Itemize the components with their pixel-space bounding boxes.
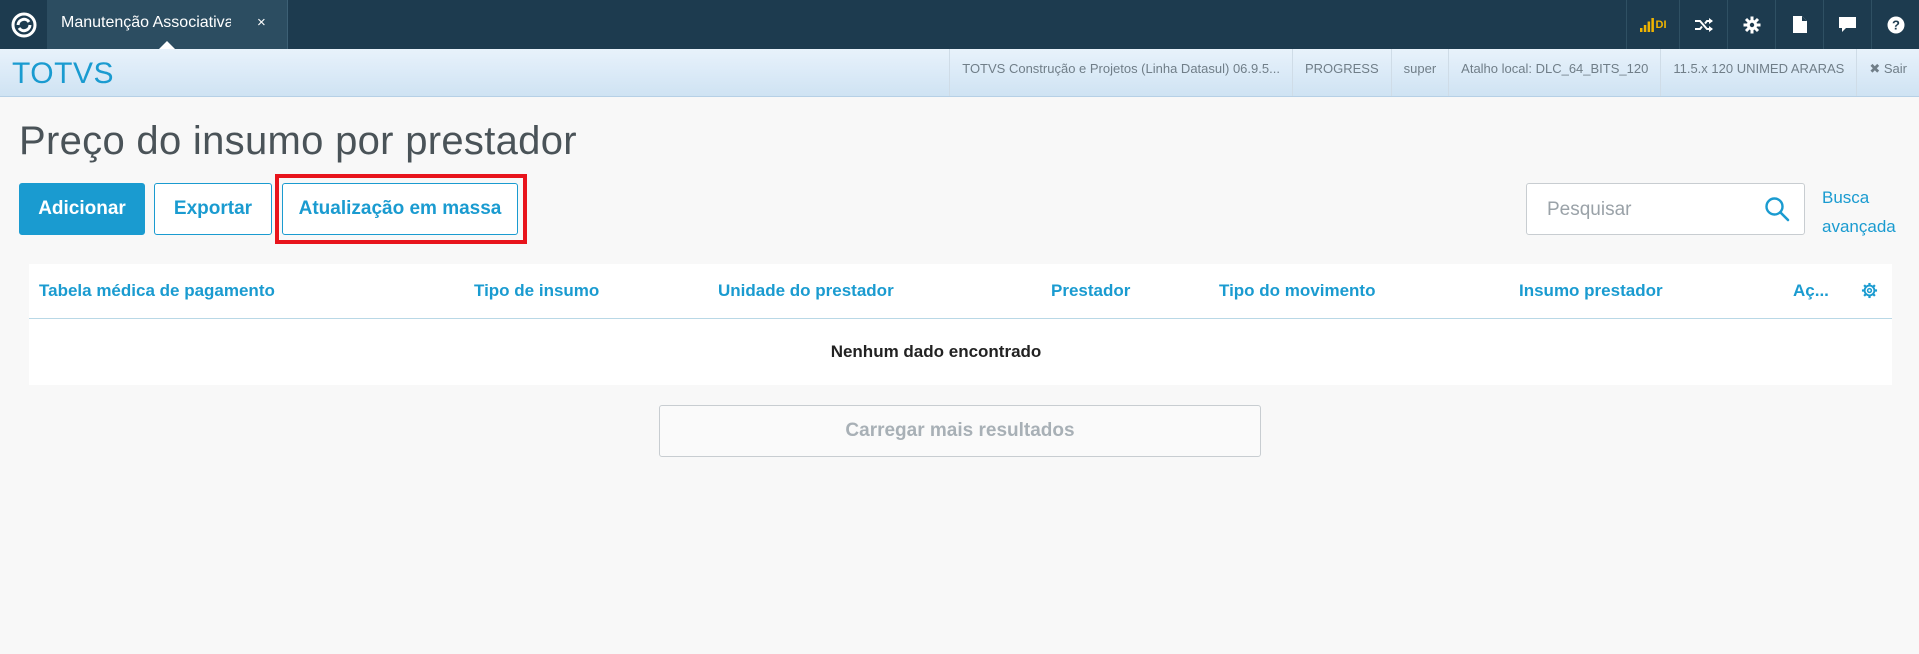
version-info: 11.5.x 120 UNIMED ARARAS xyxy=(1660,49,1856,96)
svg-text:?: ? xyxy=(1892,17,1900,32)
column-header-tipo-insumo[interactable]: Tipo de insumo xyxy=(474,281,599,301)
search-icon[interactable] xyxy=(1764,196,1790,227)
advanced-search-line1: Busca xyxy=(1822,188,1870,207)
top-bar: Manutenção Associativa × DI ? xyxy=(0,0,1919,49)
logout-label: Sair xyxy=(1883,61,1907,76)
column-header-tabela-medica[interactable]: Tabela médica de pagamento xyxy=(39,281,275,301)
brand-logo: TOTVS xyxy=(12,57,114,90)
column-header-prestador[interactable]: Prestador xyxy=(1051,281,1130,301)
page-title: Preço do insumo por prestador xyxy=(19,119,577,163)
product-info: TOTVS Construção e Projetos (Linha Datas… xyxy=(949,49,1292,96)
header-bar: TOTVS TOTVS Construção e Projetos (Linha… xyxy=(0,49,1919,97)
totvs-logo-icon[interactable] xyxy=(0,0,47,49)
highlight-box xyxy=(275,174,527,244)
tab-manutencao-associativa[interactable]: Manutenção Associativa × xyxy=(47,0,288,49)
advanced-search-link[interactable]: Busca avançada xyxy=(1822,183,1912,241)
database-info: PROGRESS xyxy=(1291,49,1391,96)
signal-strength-icon[interactable]: DI xyxy=(1626,0,1679,49)
close-icon: ✖ xyxy=(1869,61,1881,76)
signal-label: DI xyxy=(1655,18,1667,31)
document-icon[interactable] xyxy=(1775,0,1823,49)
user-info: super xyxy=(1390,49,1449,96)
tab-close-icon[interactable]: × xyxy=(257,14,266,31)
advanced-search-line2: avançada xyxy=(1822,217,1896,236)
help-icon[interactable]: ? xyxy=(1871,0,1919,49)
column-header-unidade-prestador[interactable]: Unidade do prestador xyxy=(718,281,894,301)
tab-label: Manutenção Associativa xyxy=(61,14,231,31)
settings-gear-icon[interactable] xyxy=(1727,0,1775,49)
empty-message: Nenhum dado encontrado xyxy=(830,342,1042,361)
export-button[interactable]: Exportar xyxy=(154,183,272,235)
search-input[interactable] xyxy=(1528,185,1769,235)
shuffle-icon[interactable] xyxy=(1679,0,1727,49)
top-icons: DI ? xyxy=(1626,0,1919,49)
search-box xyxy=(1526,183,1805,235)
column-header-insumo-prestador[interactable]: Insumo prestador xyxy=(1519,281,1663,301)
results-table: Tabela médica de pagamento Tipo de insum… xyxy=(29,264,1892,385)
session-info: TOTVS Construção e Projetos (Linha Datas… xyxy=(949,49,1919,96)
table-header: Tabela médica de pagamento Tipo de insum… xyxy=(29,264,1892,319)
column-header-tipo-movimento[interactable]: Tipo do movimento xyxy=(1219,281,1375,301)
logout-button[interactable]: ✖ Sair xyxy=(1856,49,1919,96)
tab-active-caret xyxy=(159,41,175,49)
column-header-acoes[interactable]: Aç... xyxy=(1793,281,1829,301)
chat-icon[interactable] xyxy=(1823,0,1871,49)
shortcut-info: Atalho local: DLC_64_BITS_120 xyxy=(1448,49,1660,96)
load-more-button[interactable]: Carregar mais resultados xyxy=(659,405,1261,457)
add-button[interactable]: Adicionar xyxy=(19,183,145,235)
column-settings-icon[interactable] xyxy=(1861,282,1878,304)
